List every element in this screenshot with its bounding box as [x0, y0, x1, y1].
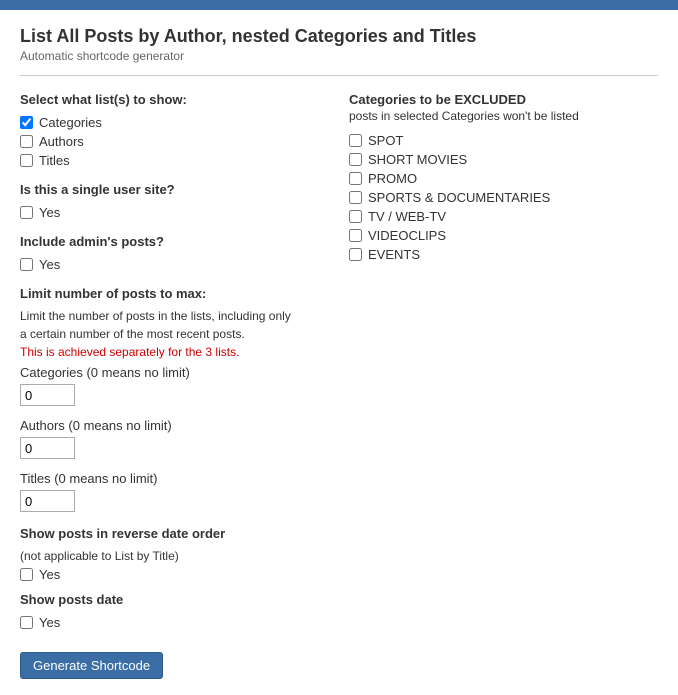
excluded-cat-item: SPORTS & DOCUMENTARIES [349, 190, 658, 205]
checkbox-authors: Authors [20, 134, 329, 149]
authors-limit-label: Authors (0 means no limit) [20, 418, 329, 433]
include-admin-checkbox[interactable] [20, 258, 33, 271]
categories-label: Categories [39, 115, 102, 130]
excluded-cat-item: SHORT MOVIES [349, 152, 658, 167]
include-admin-label: Include admin's posts? [20, 234, 329, 249]
categories-limit-input[interactable] [20, 384, 75, 406]
select-list-label: Select what list(s) to show: [20, 92, 329, 107]
excluded-cat-item: TV / WEB-TV [349, 209, 658, 224]
single-user-checkbox-item: Yes [20, 205, 329, 220]
excluded-subtitle: posts in selected Categories won't be li… [349, 109, 658, 123]
top-bar [0, 0, 678, 10]
categories-limit-wrapper [20, 384, 329, 406]
titles-limit-wrapper [20, 490, 329, 512]
reverse-order-sub: (not applicable to List by Title) [20, 549, 329, 563]
authors-limit-wrapper [20, 437, 329, 459]
reverse-order-yes-label: Yes [39, 567, 60, 582]
titles-limit-label: Titles (0 means no limit) [20, 471, 329, 486]
excluded-cat-label: TV / WEB-TV [368, 209, 446, 224]
authors-label: Authors [39, 134, 84, 149]
main-content: Select what list(s) to show: Categories … [20, 92, 658, 679]
categories-checkbox[interactable] [20, 116, 33, 129]
limit-info-1: Limit the number of posts in the lists, … [20, 309, 329, 323]
excluded-cat-item: SPOT [349, 133, 658, 148]
reverse-order-label: Show posts in reverse date order [20, 526, 329, 541]
excluded-cat-label: SHORT MOVIES [368, 152, 467, 167]
excluded-cat-item: PROMO [349, 171, 658, 186]
select-list-section: Select what list(s) to show: Categories … [20, 92, 329, 168]
checkbox-titles: Titles [20, 153, 329, 168]
single-user-section: Is this a single user site? Yes [20, 182, 329, 220]
excluded-cat-item: EVENTS [349, 247, 658, 262]
reverse-order-section: Show posts in reverse date order (not ap… [20, 526, 329, 582]
excluded-cat-label: EVENTS [368, 247, 420, 262]
include-admin-yes-label: Yes [39, 257, 60, 272]
excluded-cat-checkbox[interactable] [349, 134, 362, 147]
limit-section: Limit number of posts to max: Limit the … [20, 286, 329, 512]
excluded-title: Categories to be EXCLUDED [349, 92, 658, 107]
show-date-label: Show posts date [20, 592, 329, 607]
show-date-section: Show posts date Yes [20, 592, 329, 630]
excluded-cat-checkbox[interactable] [349, 248, 362, 261]
excluded-categories-list: SPOT SHORT MOVIES PROMO SPORTS & DOCUMENTAR… [349, 133, 658, 262]
excluded-cat-checkbox[interactable] [349, 153, 362, 166]
checkbox-categories: Categories [20, 115, 329, 130]
single-user-label: Is this a single user site? [20, 182, 329, 197]
authors-limit-input[interactable] [20, 437, 75, 459]
page-wrapper: List All Posts by Author, nested Categor… [0, 10, 678, 695]
titles-checkbox[interactable] [20, 154, 33, 167]
categories-limit-label: Categories (0 means no limit) [20, 365, 329, 380]
limit-label: Limit number of posts to max: [20, 286, 329, 301]
generate-shortcode-button[interactable]: Generate Shortcode [20, 652, 163, 679]
reverse-order-checkbox-item: Yes [20, 567, 329, 582]
show-date-checkbox[interactable] [20, 616, 33, 629]
excluded-cat-checkbox[interactable] [349, 191, 362, 204]
reverse-order-checkbox[interactable] [20, 568, 33, 581]
show-date-yes-label: Yes [39, 615, 60, 630]
include-admin-section: Include admin's posts? Yes [20, 234, 329, 272]
excluded-cat-checkbox[interactable] [349, 210, 362, 223]
titles-limit-input[interactable] [20, 490, 75, 512]
include-admin-checkbox-item: Yes [20, 257, 329, 272]
excluded-cat-item: VIDEOCLIPS [349, 228, 658, 243]
authors-checkbox[interactable] [20, 135, 33, 148]
excluded-cat-label: SPOT [368, 133, 403, 148]
limit-info-2: a certain number of the most recent post… [20, 327, 329, 341]
left-column: Select what list(s) to show: Categories … [20, 92, 329, 679]
right-column: Categories to be EXCLUDED posts in selec… [349, 92, 658, 679]
page-title: List All Posts by Author, nested Categor… [20, 26, 658, 47]
titles-label: Titles [39, 153, 70, 168]
show-date-checkbox-item: Yes [20, 615, 329, 630]
single-user-checkbox[interactable] [20, 206, 33, 219]
excluded-cat-label: PROMO [368, 171, 417, 186]
single-user-yes-label: Yes [39, 205, 60, 220]
excluded-cat-checkbox[interactable] [349, 229, 362, 242]
excluded-cat-label: VIDEOCLIPS [368, 228, 446, 243]
excluded-cat-label: SPORTS & DOCUMENTARIES [368, 190, 550, 205]
page-subtitle: Automatic shortcode generator [20, 49, 658, 63]
limit-warning: This is achieved separately for the 3 li… [20, 345, 329, 359]
excluded-cat-checkbox[interactable] [349, 172, 362, 185]
divider [20, 75, 658, 76]
